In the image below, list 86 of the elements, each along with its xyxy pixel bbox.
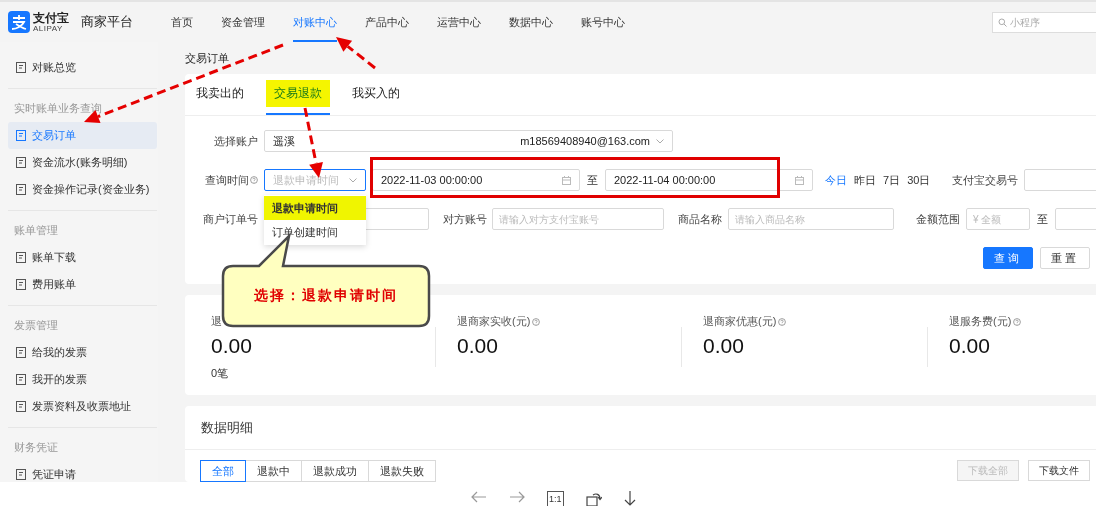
stat-value: 0.00 [703, 333, 745, 359]
section-heading: 财务凭证 [13, 440, 59, 455]
date-shortcut-link[interactable]: 昨日 [854, 172, 876, 188]
section-title: 数据明细 [185, 406, 1096, 450]
menu-option[interactable]: 订单创建时间 [264, 220, 366, 244]
field-label: 金额范围 [916, 211, 960, 227]
sidebar-item[interactable]: 凭证申请 [8, 461, 157, 482]
platform-title: 商家平台 [81, 13, 133, 31]
search-field[interactable]: 小程序 [992, 11, 1096, 33]
breadcrumb: 交易订单 [185, 50, 229, 66]
search-button[interactable]: 查询 [983, 247, 1033, 269]
right-arrow-icon[interactable] [509, 491, 525, 503]
stat-value: 0.00 [457, 333, 499, 359]
field-label: 支付宝交易号 [952, 172, 1019, 188]
menu-option[interactable]: 退款申请时间 [264, 196, 366, 220]
range-separator: 至 [587, 172, 598, 188]
field-label: 查询时间 [205, 172, 249, 188]
sidebar-item[interactable]: 给我的发票 [8, 339, 157, 366]
field-label: 商品名称 [678, 211, 722, 227]
document-icon [16, 347, 26, 358]
help-icon [250, 176, 258, 184]
caret-icon [349, 177, 357, 183]
search-icon [998, 17, 1007, 27]
nav-tab[interactable]: 首页 [171, 2, 193, 42]
logo-subtext: ALIPAY [33, 24, 64, 33]
actual-size-button[interactable]: 1:1 [547, 491, 564, 506]
nav-tab[interactable]: 产品中心 [365, 2, 409, 42]
download-icon[interactable] [623, 491, 636, 506]
nav-tab[interactable]: 账号中心 [581, 2, 625, 42]
account-select[interactable]: 遥溪 m18569408940@163.com [264, 130, 673, 152]
document-icon [16, 401, 26, 412]
field-label: 商户订单号 [202, 211, 258, 227]
status-tab[interactable]: 退款成功 [301, 460, 369, 482]
document-icon [16, 252, 26, 263]
nav-tab[interactable]: 数据中心 [509, 2, 553, 42]
status-tab[interactable]: 退款中 [245, 460, 302, 482]
sidebar-item[interactable]: 交易订单 [8, 122, 157, 149]
stat-count: 0笔 [211, 366, 230, 381]
tab[interactable]: 我买入的 [344, 74, 408, 115]
sidebar-item[interactable]: 发票资料及收票地址 [8, 393, 157, 420]
sidebar-item[interactable]: 我开的发票 [8, 366, 157, 393]
status-tab[interactable]: 全部 [200, 460, 246, 482]
section-heading: 发票管理 [13, 318, 59, 333]
logo-text: 支付宝 [33, 11, 69, 24]
field-label: 对方账号 [443, 211, 487, 227]
stat-value: 0.00 [211, 333, 253, 359]
date-field[interactable]: 2022-11-04 00:00:00 [605, 169, 813, 191]
field-label: 选择账户 [213, 133, 258, 149]
logo-icon [8, 11, 30, 33]
calendar-icon [795, 175, 804, 185]
range-separator: 至 [1037, 211, 1048, 227]
status-tab[interactable]: 退款失败 [368, 460, 436, 482]
nav-tab[interactable]: 资金管理 [221, 2, 265, 42]
document-icon [16, 184, 26, 195]
sidebar-item[interactable]: 账单下载 [8, 244, 157, 271]
callout-text: 选择：退款申请时间 [253, 287, 399, 305]
stat-label: 退 [211, 314, 222, 329]
rotate-icon[interactable] [585, 491, 602, 506]
reset-button[interactable]: 重置 [1040, 247, 1090, 269]
date-shortcut-link[interactable]: 今日 [825, 172, 847, 188]
sidebar-item[interactable]: 资金流水(账务明细) [8, 149, 157, 176]
stat-label: 退商家实收(元) [457, 314, 531, 329]
date-field[interactable]: 2022-11-03 00:00:00 [372, 169, 580, 191]
section-heading: 账单管理 [13, 223, 59, 238]
stat-label: 退商家优惠(元) [703, 314, 777, 329]
arrow [336, 37, 376, 70]
sidebar-item[interactable]: 资金操作记录(资金业务) [8, 176, 157, 203]
document-icon [16, 157, 26, 168]
document-icon [16, 130, 26, 141]
sidebar-item[interactable]: 费用账单 [8, 271, 157, 298]
nav-tab[interactable]: 运营中心 [437, 2, 481, 42]
stat-label: 退服务费(元) [949, 314, 1012, 329]
document-icon [16, 374, 26, 385]
document-icon [16, 62, 26, 73]
document-icon [16, 469, 26, 480]
date-shortcut-link[interactable]: 7日 [883, 172, 901, 188]
left-arrow-icon[interactable] [471, 491, 487, 503]
tab[interactable]: 我卖出的 [188, 74, 252, 115]
document-icon [16, 279, 26, 290]
date-shortcut-link[interactable]: 30日 [907, 172, 931, 188]
caret-icon [656, 138, 664, 144]
download-button[interactable]: 下载文件 [1028, 460, 1090, 481]
sidebar-item[interactable]: 对账总览 [8, 54, 157, 81]
section-heading: 实时账单业务查询 [13, 101, 103, 116]
stat-value: 0.00 [949, 333, 991, 359]
calendar-icon [562, 175, 571, 185]
